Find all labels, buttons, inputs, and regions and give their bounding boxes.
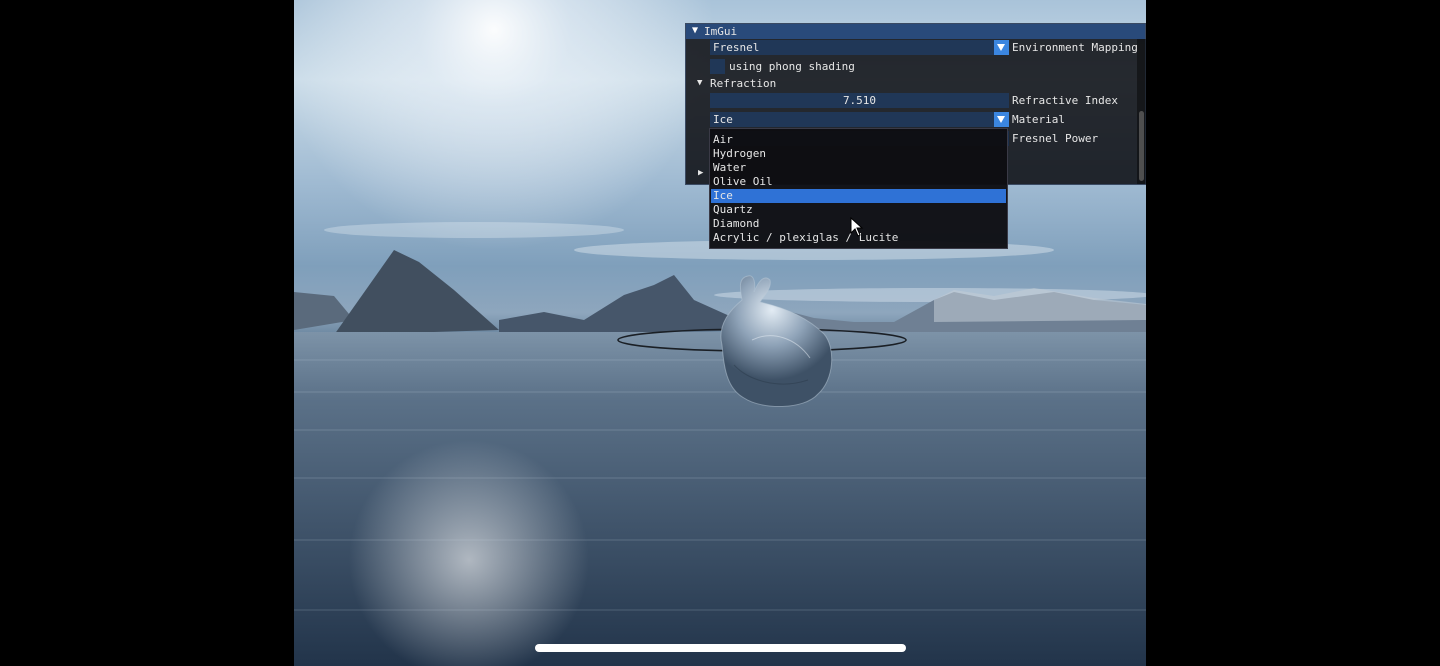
collapse-arrow-icon[interactable]: ▼ xyxy=(692,25,698,36)
home-indicator xyxy=(535,644,906,652)
combo-arrow-button[interactable] xyxy=(994,40,1009,55)
option-label: Hydrogen xyxy=(713,147,766,160)
combo-arrow-button[interactable] xyxy=(994,112,1009,127)
option-label: Olive Oil xyxy=(713,175,773,188)
imgui-titlebar[interactable]: ▼ ImGui xyxy=(686,24,1145,39)
scrollbar-grab[interactable] xyxy=(1139,111,1144,181)
environment-mapping-value: Fresnel xyxy=(713,41,760,54)
refractive-index-value: 7.510 xyxy=(842,94,877,107)
material-combo[interactable]: Ice xyxy=(710,112,1009,127)
phong-shading-checkbox[interactable] xyxy=(710,59,725,74)
chevron-down-icon xyxy=(997,116,1005,123)
mouse-pointer-icon xyxy=(850,217,864,237)
option-air[interactable]: Air xyxy=(711,133,1006,147)
option-olive-oil[interactable]: Olive Oil xyxy=(711,175,1006,189)
option-label: Water xyxy=(713,161,747,174)
material-label: Material xyxy=(1012,113,1065,126)
window-title: ImGui xyxy=(704,25,738,38)
material-value: Ice xyxy=(713,113,733,126)
phong-shading-label: using phong shading xyxy=(729,60,855,73)
option-ice[interactable]: Ice xyxy=(711,189,1006,203)
option-quartz[interactable]: Quartz xyxy=(711,203,1006,217)
refraction-tree-node[interactable]: Refraction xyxy=(710,77,776,90)
fresnel-power-label: Fresnel Power xyxy=(1012,132,1099,145)
option-label: Ice xyxy=(713,189,733,202)
collapsed-node-arrow-icon[interactable]: ▶ xyxy=(698,168,703,178)
option-water[interactable]: Water xyxy=(711,161,1006,175)
refractive-index-label: Refractive Index xyxy=(1012,94,1118,107)
option-hydrogen[interactable]: Hydrogen xyxy=(711,147,1006,161)
option-label: Diamond xyxy=(713,217,760,230)
environment-mapping-label: Environment Mapping xyxy=(1012,41,1138,54)
option-label: Quartz xyxy=(713,203,753,216)
chevron-down-icon xyxy=(997,44,1005,51)
refractive-index-slider[interactable]: 7.510 xyxy=(710,93,1009,108)
refraction-expand-icon[interactable]: ▼ xyxy=(697,78,702,88)
environment-mapping-combo[interactable]: Fresnel xyxy=(710,40,1009,55)
option-label: Air xyxy=(713,133,733,146)
option-label: Acrylic / plexiglas / Lucite xyxy=(713,231,899,244)
scrollbar[interactable] xyxy=(1137,39,1146,184)
